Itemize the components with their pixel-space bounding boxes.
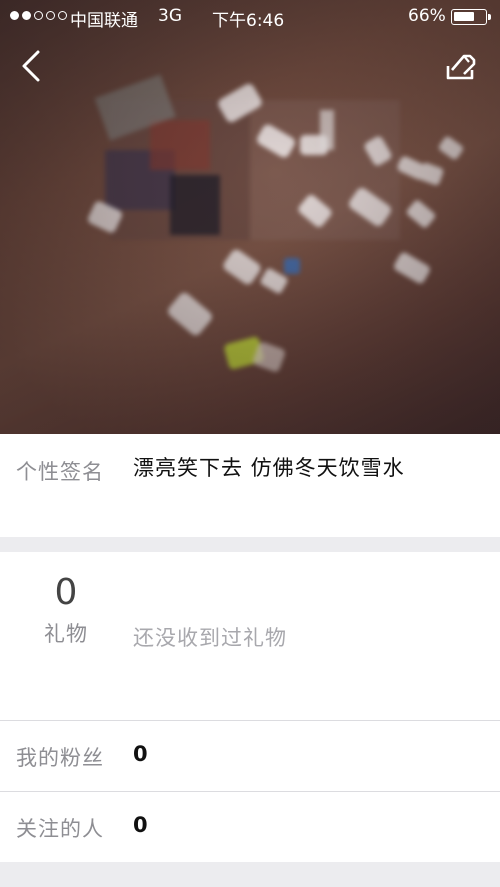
carrier-name: 中国联通 xyxy=(70,11,138,31)
cover-vignette xyxy=(0,0,500,434)
gift-label: 礼物 xyxy=(44,622,88,646)
back-button[interactable] xyxy=(14,46,54,86)
signature-text: 漂亮笑下去 仿佛冬天饮雪水 xyxy=(133,456,405,480)
fans-label: 我的粉丝 xyxy=(16,746,104,770)
network-type: 3G xyxy=(158,6,182,26)
fans-row[interactable]: 我的粉丝 0 xyxy=(0,721,500,791)
battery-percentage: 66% xyxy=(408,6,446,26)
following-row[interactable]: 关注的人 0 xyxy=(0,792,500,862)
signal-dot xyxy=(34,11,43,20)
battery-nub xyxy=(488,14,491,20)
gift-count: 0 xyxy=(54,572,78,613)
profile-cover: 中国联通 3G 下午6:46 66% xyxy=(0,0,500,434)
chevron-left-icon xyxy=(22,50,40,82)
signal-dot xyxy=(10,11,19,20)
signal-dot xyxy=(46,11,55,20)
signal-dot xyxy=(58,11,67,20)
following-count: 0 xyxy=(133,813,148,837)
edit-icon xyxy=(446,54,476,80)
battery-fill xyxy=(454,12,474,21)
status-bar: 中国联通 3G 下午6:46 66% xyxy=(0,0,500,34)
battery-icon xyxy=(451,9,491,25)
following-label: 关注的人 xyxy=(16,817,104,841)
gifts-section[interactable]: 0 礼物 还没收到过礼物 xyxy=(0,552,500,720)
edit-profile-button[interactable] xyxy=(442,48,482,88)
signal-dot xyxy=(22,11,31,20)
signature-section: 个性签名 漂亮笑下去 仿佛冬天饮雪水 xyxy=(0,434,500,537)
signature-label: 个性签名 xyxy=(16,460,104,484)
status-time: 下午6:46 xyxy=(212,11,285,31)
gift-empty-message: 还没收到过礼物 xyxy=(133,626,287,650)
signal-strength-icon xyxy=(10,11,67,20)
fans-count: 0 xyxy=(133,742,148,766)
